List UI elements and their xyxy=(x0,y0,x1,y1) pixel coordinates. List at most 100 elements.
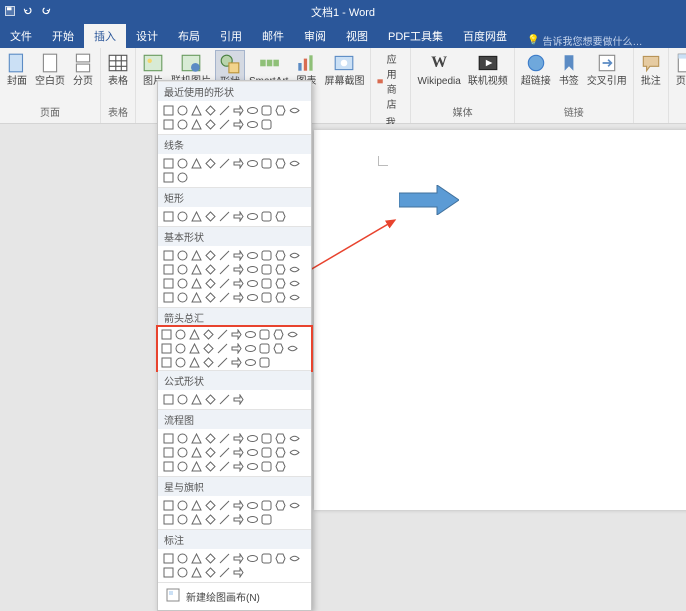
shape-swatch[interactable] xyxy=(288,263,301,276)
shape-swatch[interactable] xyxy=(176,513,189,526)
shape-swatch[interactable] xyxy=(216,328,229,341)
shape-swatch[interactable] xyxy=(202,328,215,341)
shape-swatch[interactable] xyxy=(160,342,173,355)
shape-swatch[interactable] xyxy=(246,157,259,170)
shape-swatch[interactable] xyxy=(288,249,301,262)
shape-swatch[interactable] xyxy=(232,157,245,170)
shape-swatch[interactable] xyxy=(162,566,175,579)
shape-swatch[interactable] xyxy=(176,566,189,579)
shape-swatch[interactable] xyxy=(176,552,189,565)
shape-swatch[interactable] xyxy=(204,566,217,579)
shape-swatch[interactable] xyxy=(162,277,175,290)
shape-swatch[interactable] xyxy=(218,499,231,512)
shape-swatch[interactable] xyxy=(260,210,273,223)
shape-swatch[interactable] xyxy=(218,249,231,262)
shape-swatch[interactable] xyxy=(218,118,231,131)
shape-swatch[interactable] xyxy=(204,432,217,445)
document-page[interactable] xyxy=(314,130,686,510)
shape-swatch[interactable] xyxy=(274,499,287,512)
shape-swatch[interactable] xyxy=(232,432,245,445)
shape-swatch[interactable] xyxy=(244,356,257,369)
shape-swatch[interactable] xyxy=(218,263,231,276)
shape-swatch[interactable] xyxy=(218,460,231,473)
shape-swatch[interactable] xyxy=(274,552,287,565)
header-button[interactable]: 页眉 xyxy=(672,50,686,89)
shape-swatch[interactable] xyxy=(204,499,217,512)
shape-swatch[interactable] xyxy=(204,552,217,565)
shape-swatch[interactable] xyxy=(258,342,271,355)
shape-swatch[interactable] xyxy=(288,552,301,565)
shape-swatch[interactable] xyxy=(230,356,243,369)
shape-swatch[interactable] xyxy=(246,118,259,131)
shape-swatch[interactable] xyxy=(204,157,217,170)
shape-swatch[interactable] xyxy=(190,513,203,526)
shape-swatch[interactable] xyxy=(230,342,243,355)
shape-swatch[interactable] xyxy=(204,249,217,262)
shape-swatch[interactable] xyxy=(204,393,217,406)
tab-design[interactable]: 设计 xyxy=(126,24,168,48)
shape-swatch[interactable] xyxy=(190,393,203,406)
tab-file[interactable]: 文件 xyxy=(0,24,42,48)
shape-swatch[interactable] xyxy=(232,277,245,290)
shape-swatch[interactable] xyxy=(260,157,273,170)
shape-swatch[interactable] xyxy=(232,249,245,262)
shape-swatch[interactable] xyxy=(162,104,175,117)
block-arrow-shape[interactable] xyxy=(399,185,459,215)
shape-swatch[interactable] xyxy=(204,277,217,290)
shape-swatch[interactable] xyxy=(246,291,259,304)
shape-swatch[interactable] xyxy=(288,446,301,459)
shape-swatch[interactable] xyxy=(162,446,175,459)
shape-swatch[interactable] xyxy=(190,291,203,304)
shape-swatch[interactable] xyxy=(246,263,259,276)
shape-swatch[interactable] xyxy=(176,291,189,304)
shape-swatch[interactable] xyxy=(204,291,217,304)
shape-swatch[interactable] xyxy=(176,249,189,262)
shape-swatch[interactable] xyxy=(232,552,245,565)
shape-swatch[interactable] xyxy=(176,446,189,459)
shape-swatch[interactable] xyxy=(260,446,273,459)
shape-swatch[interactable] xyxy=(260,513,273,526)
shape-swatch[interactable] xyxy=(274,157,287,170)
shape-swatch[interactable] xyxy=(260,249,273,262)
shape-swatch[interactable] xyxy=(162,171,175,184)
store-button[interactable]: 应用商店 xyxy=(374,50,407,112)
shape-swatch[interactable] xyxy=(162,157,175,170)
shape-swatch[interactable] xyxy=(246,277,259,290)
tab-view[interactable]: 视图 xyxy=(336,24,378,48)
shape-swatch[interactable] xyxy=(202,342,215,355)
shape-swatch[interactable] xyxy=(232,393,245,406)
save-icon[interactable] xyxy=(4,5,16,20)
shape-swatch[interactable] xyxy=(204,513,217,526)
shape-swatch[interactable] xyxy=(260,552,273,565)
tab-pdf[interactable]: PDF工具集 xyxy=(378,24,453,48)
shape-swatch[interactable] xyxy=(218,210,231,223)
shape-swatch[interactable] xyxy=(216,356,229,369)
shape-swatch[interactable] xyxy=(190,157,203,170)
shape-swatch[interactable] xyxy=(190,277,203,290)
shape-swatch[interactable] xyxy=(190,104,203,117)
shape-swatch[interactable] xyxy=(176,171,189,184)
screenshot-button[interactable]: 屏幕截图 xyxy=(321,50,367,89)
shape-swatch[interactable] xyxy=(232,263,245,276)
comment-button[interactable]: 批注 xyxy=(637,50,665,89)
shape-swatch[interactable] xyxy=(162,291,175,304)
shape-swatch[interactable] xyxy=(162,552,175,565)
shape-swatch[interactable] xyxy=(288,432,301,445)
undo-icon[interactable] xyxy=(22,5,34,20)
shape-swatch[interactable] xyxy=(218,291,231,304)
shape-swatch[interactable] xyxy=(160,356,173,369)
shape-swatch[interactable] xyxy=(218,157,231,170)
shape-swatch[interactable] xyxy=(190,249,203,262)
shape-swatch[interactable] xyxy=(176,104,189,117)
shape-swatch[interactable] xyxy=(274,210,287,223)
shape-swatch[interactable] xyxy=(190,566,203,579)
shape-swatch[interactable] xyxy=(190,118,203,131)
cover-page-button[interactable]: 封面 xyxy=(3,50,31,89)
shape-swatch[interactable] xyxy=(204,210,217,223)
shape-swatch[interactable] xyxy=(246,432,259,445)
shape-swatch[interactable] xyxy=(260,499,273,512)
shape-swatch[interactable] xyxy=(258,328,271,341)
shape-swatch[interactable] xyxy=(190,552,203,565)
shape-swatch[interactable] xyxy=(190,263,203,276)
shape-swatch[interactable] xyxy=(190,446,203,459)
